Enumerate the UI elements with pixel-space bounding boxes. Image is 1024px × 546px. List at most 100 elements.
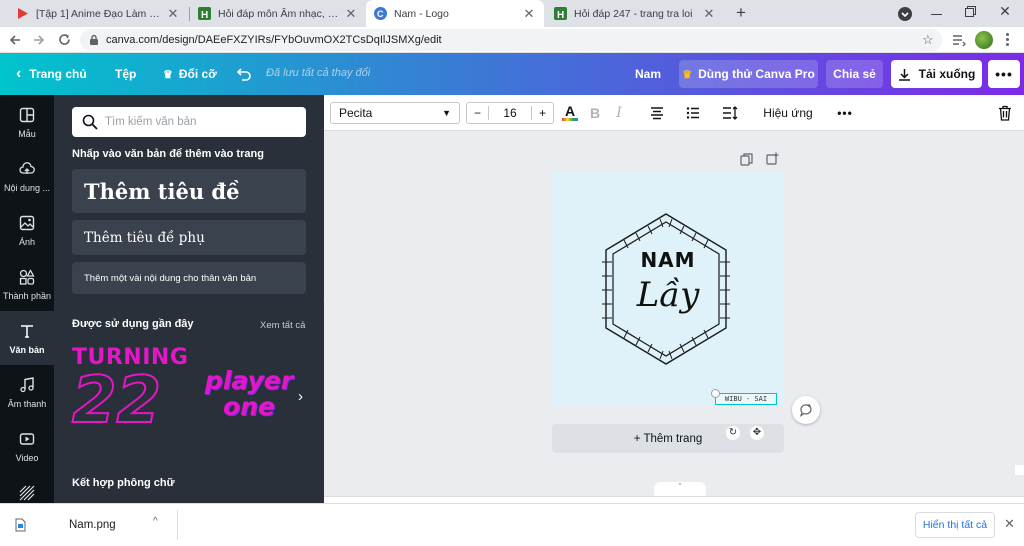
move-handle-icon[interactable]: ✥ <box>750 426 764 440</box>
rail-item-elements[interactable]: Thành phần <box>0 257 54 311</box>
close-tab-icon[interactable]: ✕ <box>702 6 716 22</box>
rail-item-photos[interactable]: Ảnh <box>0 203 54 257</box>
add-body-button[interactable]: Thêm một vài nội dung cho thân văn bản <box>72 262 306 294</box>
editor-toolbar: Pecita ▼ − 16 + A B I Hiệu ứng ••• <box>324 95 1024 131</box>
profile-dropdown-icon[interactable] <box>898 7 912 21</box>
align-center-icon[interactable] <box>650 106 664 120</box>
design-page[interactable]: NAM Lầy WIBU - SAI <box>552 172 784 405</box>
font-size-stepper[interactable]: − 16 + <box>466 102 554 124</box>
url-text: canva.com/design/DAEeFXZYIRs/FYbOuvmOX2T… <box>106 34 442 46</box>
browser-tab[interactable]: H Hỏi đáp môn Âm nhạc, Mỹ thuật ✕ <box>190 0 366 27</box>
search-input[interactable]: Tìm kiếm văn bản <box>72 107 306 137</box>
selected-text-box[interactable]: WIBU - SAI <box>715 393 777 405</box>
italic-icon[interactable]: I <box>610 102 628 124</box>
font-family-dropdown[interactable]: Pecita ▼ <box>330 102 460 124</box>
browser-tab[interactable]: H Hỏi đáp 247 - trang tra loi ✕ <box>546 0 724 27</box>
reload-icon[interactable] <box>57 32 72 47</box>
bookmark-star-icon[interactable]: ☆ <box>922 32 934 48</box>
rotate-handle-icon[interactable]: ↻ <box>726 426 740 440</box>
new-tab-button[interactable]: + <box>732 4 750 22</box>
add-page-button[interactable]: + Thêm trang <box>552 424 784 453</box>
effects-button[interactable]: Hiệu ứng <box>762 102 814 124</box>
close-tab-icon[interactable]: ✕ <box>522 6 536 22</box>
undo-icon[interactable] <box>236 66 252 82</box>
upload-cloud-icon <box>19 162 35 174</box>
template-icon <box>19 107 35 123</box>
share-button[interactable]: Chia sẻ <box>826 60 883 88</box>
browser-tab-strip: [Tập 1] Anime Đạo Làm Chồng Đ ✕ H Hỏi đá… <box>0 0 1024 27</box>
expand-notes-handle[interactable]: ˆ <box>654 482 706 496</box>
text-panel: Tìm kiếm văn bản Nhấp vào văn bản để thê… <box>54 95 324 503</box>
crown-icon: ♛ <box>163 68 173 81</box>
music-note-icon <box>20 377 34 393</box>
back-arrow-icon[interactable] <box>8 33 22 47</box>
svg-text:H: H <box>201 10 208 20</box>
avatar[interactable] <box>975 31 993 49</box>
font-combos-title: Kết hợp phông chữ <box>72 477 175 489</box>
svg-text:C: C <box>377 9 384 19</box>
try-pro-button[interactable]: ♛ Dùng thử Canva Pro <box>679 60 818 88</box>
carousel-next-icon[interactable]: › <box>298 388 303 405</box>
show-all-downloads-button[interactable]: Hiển thị tất cả <box>915 512 995 538</box>
bold-icon[interactable]: B <box>586 102 604 124</box>
download-icon <box>898 68 910 81</box>
rail-item-video[interactable]: Video <box>0 419 54 473</box>
forward-arrow-icon[interactable] <box>32 33 46 47</box>
download-button[interactable]: Tải xuống <box>891 60 982 88</box>
duplicate-page-icon[interactable] <box>740 153 753 166</box>
browser-menu-icon[interactable] <box>1006 33 1010 47</box>
minimize-icon[interactable] <box>930 5 944 19</box>
font-size-value[interactable]: 16 <box>503 106 516 120</box>
rail-item-templates[interactable]: Mẫu <box>0 95 54 149</box>
rail-item-text[interactable]: Văn bản <box>0 311 54 365</box>
browser-tab[interactable]: [Tập 1] Anime Đạo Làm Chồng Đ ✕ <box>8 0 188 27</box>
footer-bar <box>324 496 1024 503</box>
comment-button[interactable] <box>792 396 820 424</box>
reading-list-icon[interactable] <box>952 33 966 47</box>
downloaded-file-name[interactable]: Nam.png <box>69 519 116 531</box>
decrease-size-button[interactable]: − <box>467 106 489 120</box>
file-menu-button[interactable]: Tệp <box>115 53 136 95</box>
add-subheading-button[interactable]: Thêm tiêu đề phụ <box>72 220 306 255</box>
recent-font-preview-player[interactable]: player one <box>194 368 304 428</box>
add-heading-button[interactable]: Thêm tiêu đề <box>72 169 306 213</box>
more-tools-icon[interactable]: ••• <box>834 102 856 124</box>
trash-icon[interactable] <box>998 105 1012 121</box>
url-field[interactable]: canva.com/design/DAEeFXZYIRs/FYbOuvmOX2T… <box>80 29 942 51</box>
close-tab-icon[interactable]: ✕ <box>166 6 180 22</box>
spacing-icon[interactable] <box>722 105 738 121</box>
rail-item-background[interactable] <box>0 473 54 503</box>
preview-text: player <box>204 366 294 395</box>
add-page-icon[interactable] <box>766 152 779 165</box>
chevron-down-icon: ▼ <box>442 108 451 118</box>
logo-line2[interactable]: Lầy <box>552 275 784 315</box>
editor-header: ‹ Trang chủ Tệp ♛ Đổi cỡ Đã lưu tất cả t… <box>0 53 1024 95</box>
list-icon[interactable] <box>686 106 700 120</box>
close-window-icon[interactable]: ✕ <box>997 3 1013 21</box>
home-button[interactable]: ‹ Trang chủ <box>16 53 87 95</box>
close-tab-icon[interactable]: ✕ <box>344 6 358 22</box>
increase-size-button[interactable]: + <box>531 106 553 120</box>
chevron-up-icon[interactable]: ^ <box>153 516 158 527</box>
text-t-icon <box>21 325 33 338</box>
restore-icon[interactable] <box>965 6 977 18</box>
address-bar: canva.com/design/DAEeFXZYIRs/FYbOuvmOX2T… <box>0 27 1024 53</box>
resize-button[interactable]: ♛ Đổi cỡ <box>163 53 217 95</box>
more-options-button[interactable]: ••• <box>988 60 1020 88</box>
recent-font-preview-turning[interactable]: TURNING 22 <box>71 345 190 445</box>
logo-line1[interactable]: NAM <box>552 248 784 272</box>
design-name-label: Nam <box>635 67 662 81</box>
hoidap-h-icon: H <box>554 7 567 20</box>
rail-item-uploads[interactable]: Nội dung ... <box>0 149 54 203</box>
text-color-a-icon: A <box>564 103 576 119</box>
side-rail: Mẫu Nội dung ... Ảnh Thành phần Văn bản … <box>0 95 54 503</box>
design-name-button[interactable]: Nam <box>635 53 661 95</box>
resize-handle[interactable] <box>711 389 720 398</box>
rail-item-audio[interactable]: Âm thanh <box>0 365 54 419</box>
close-downloads-icon[interactable]: ✕ <box>1004 516 1015 532</box>
text-color-button[interactable]: A <box>560 102 580 124</box>
rail-label: Nội dung ... <box>3 183 51 193</box>
browser-tab-active[interactable]: C Nam - Logo ✕ <box>366 0 544 27</box>
see-all-link[interactable]: Xem tất cả <box>260 320 305 331</box>
preview-text: 22 <box>71 364 162 438</box>
